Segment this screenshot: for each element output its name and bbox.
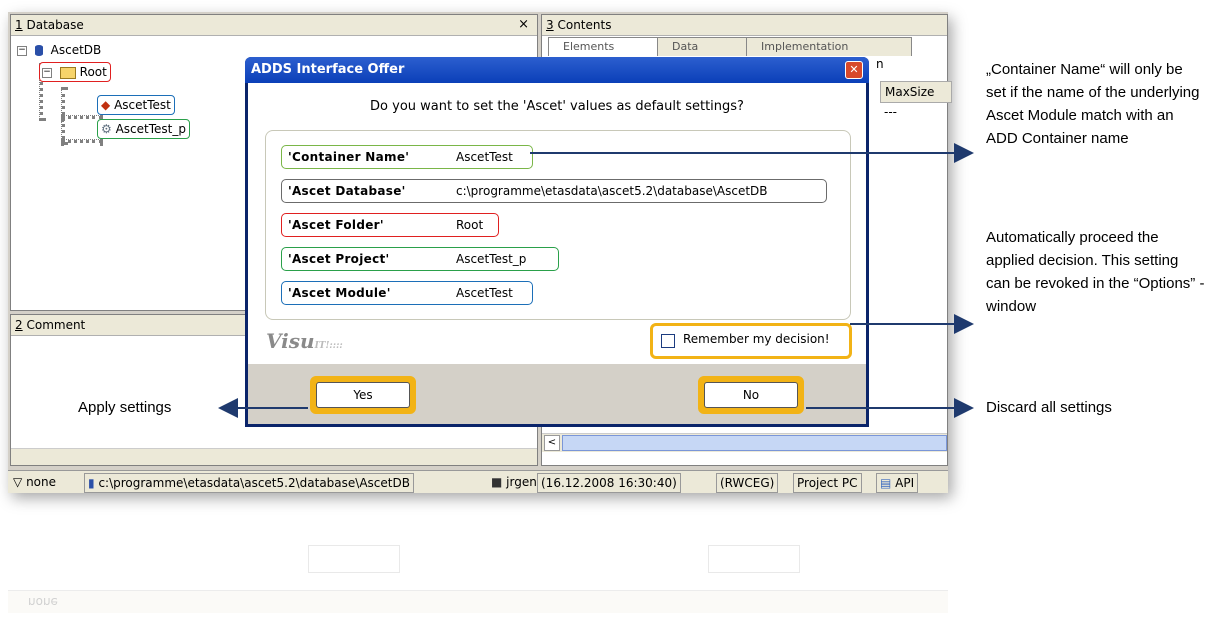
tree-item-database[interactable]: − AscetDB [17,41,101,59]
collapse-icon[interactable]: − [17,45,27,56]
note-container-name: „Container Name“ will only be set if the… [986,61,1200,147]
dialog-button-bar: Yes No [248,364,866,424]
status-location: Project PC [793,473,862,493]
yes-button-highlight: Yes [310,376,416,414]
dialog-question: Do you want to set the 'Ascet' values as… [370,99,744,114]
database-pane-header: 1 Database × [11,15,537,36]
status-db-path: ▮ c:\programme\etasdata\ascet5.2\databas… [84,473,414,493]
field-label: 'Ascet Folder' [288,218,384,232]
field-label: 'Ascet Project' [288,252,390,266]
field-ascet-module: 'Ascet Module' AscetTest [281,281,533,305]
status-bar: ▽ none ▮ c:\programme\etasdata\ascet5.2\… [8,470,948,493]
field-ascet-database: 'Ascet Database' c:\programme\etasdata\a… [281,179,827,203]
tree-item-project[interactable]: ⚙ AscetTest_p [97,119,190,139]
close-icon[interactable]: ✕ [845,61,863,79]
dialog-title: ADDS Interface Offer ✕ [245,57,869,83]
status-mode: (RWCEG) [716,473,779,493]
pane-title: Contents [557,18,612,32]
note-discard: Discard all settings [986,399,1112,416]
reflection-text: none [28,595,58,609]
pane-number: 2 [15,318,23,332]
scroll-thumb[interactable] [562,435,947,451]
contents-pane-header: 3 Contents [542,15,947,36]
tab-data[interactable]: Data [657,37,753,56]
status-filter[interactable]: ▽ none [10,473,59,491]
database-icon [34,45,43,56]
reflection: none [8,493,948,613]
column-header-fragment: n [876,57,884,71]
remember-decision-group: Remember my decision! [650,323,852,359]
field-value: Root [456,218,484,232]
field-container-name: 'Container Name' AscetTest [281,145,533,169]
close-icon[interactable]: × [518,15,529,35]
note-apply: Apply settings [78,399,172,416]
dialog-body: Do you want to set the 'Ascet' values as… [248,83,866,424]
status-api: ▤ API [876,473,919,493]
no-button[interactable]: No [704,382,798,408]
note-remember: Automatically proceed the applied decisi… [986,229,1205,315]
pane-number: 1 [15,18,23,32]
field-label: 'Container Name' [288,150,410,164]
folder-icon [59,66,76,79]
status-timestamp: (16.12.2008 16:30:40) [537,473,681,493]
field-label: 'Ascet Database' [288,184,406,198]
field-value: c:\programme\etasdata\ascet5.2\database\… [456,184,768,198]
database-icon: ▮ [88,476,95,490]
remember-checkbox[interactable] [661,334,675,348]
api-icon: ▤ [880,476,892,490]
dialog-title-text: ADDS Interface Offer [251,62,405,77]
scroll-left-icon[interactable]: < [544,435,560,451]
pane-title: Comment [26,318,86,332]
tree-label: AscetTest_p [115,122,186,136]
column-header-maxsize[interactable]: MaxSize [880,81,952,103]
tree-item-module[interactable]: ◆ AscetTest [97,95,175,115]
tab-elements[interactable]: Elements [548,37,664,56]
adds-interface-dialog: ADDS Interface Offer ✕ Do you want to se… [245,57,869,427]
yes-button[interactable]: Yes [316,382,410,408]
tree-item-root-folder[interactable]: − Root [39,62,111,82]
horizontal-scrollbar[interactable] [11,448,537,465]
user-label: jrgen [506,475,537,489]
tree-label: Root [79,65,107,79]
pane-number: 3 [546,18,554,32]
field-ascet-project: 'Ascet Project' AscetTest_p [281,247,559,271]
field-label: 'Ascet Module' [288,286,391,300]
pane-title: Database [26,18,84,32]
status-user: ■ jrgen [488,473,540,491]
field-value: AscetTest_p [456,252,527,266]
no-button-highlight: No [698,376,804,414]
project-icon: ⚙ [101,122,112,136]
tree-label: AscetDB [50,43,102,57]
module-icon: ◆ [101,98,111,112]
db-path-label: c:\programme\etasdata\ascet5.2\database\… [98,476,410,490]
field-ascet-folder: 'Ascet Folder' Root [281,213,499,237]
field-value: AscetTest [456,150,513,164]
horizontal-scrollbar[interactable]: < [542,433,947,452]
filter-label: none [26,475,56,489]
remember-label[interactable]: Remember my decision! [683,332,830,346]
field-value: AscetTest [456,286,513,300]
table-cell: --- [884,105,897,119]
api-label: API [895,476,915,490]
logo-text: Visu [266,329,315,353]
tree-label: AscetTest [114,98,171,112]
visu-logo: VisuIT!:::: [266,329,343,353]
collapse-icon[interactable]: − [42,67,52,78]
user-icon: ■ [491,475,503,489]
filter-icon: ▽ [13,475,23,489]
tab-implementation[interactable]: Implementation [746,37,912,56]
